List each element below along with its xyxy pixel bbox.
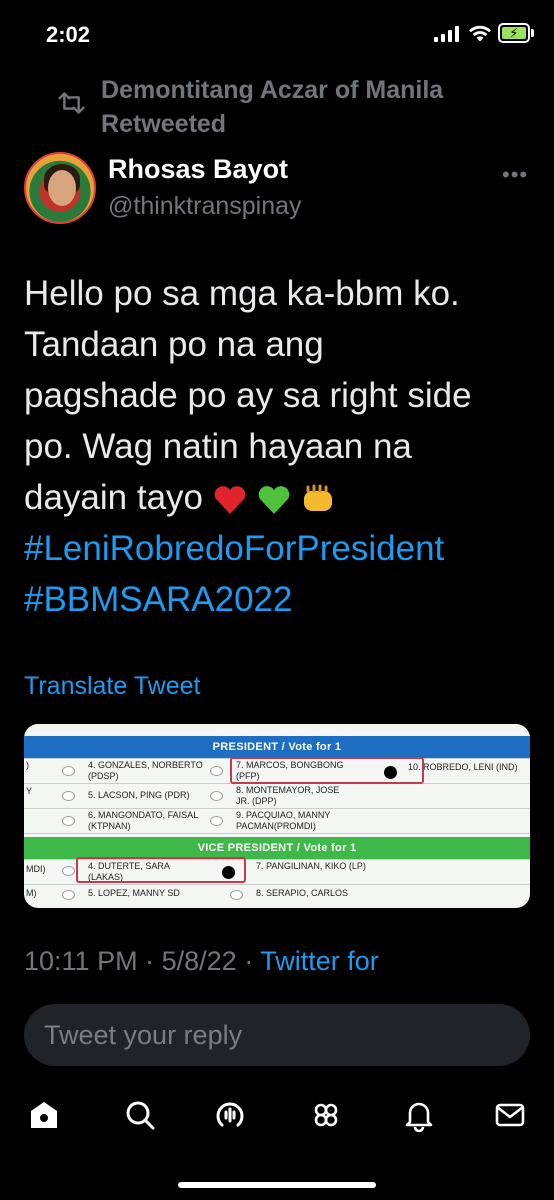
ballot-candidate: 7. PANGILINAN, KIKO (LP) <box>256 861 366 871</box>
reply-input[interactable] <box>24 1004 530 1066</box>
ballot-fragment: ) <box>26 760 29 770</box>
ballot-fragment: MDI) <box>26 864 46 874</box>
red-heart-icon <box>214 485 246 514</box>
ballot-candidate: 5. LOPEZ, MANNY SD <box>88 888 180 898</box>
author-name[interactable]: Rhosas Bayot <box>108 154 288 185</box>
communities-icon[interactable] <box>309 1098 343 1132</box>
tweet-line: dayain tayo <box>24 472 534 523</box>
ballot-candidate: 8. SERAPIO, CARLOS <box>256 888 349 898</box>
author-handle[interactable]: @thinktranspinay <box>108 192 302 221</box>
tweet-line: pagshade po ay sa right side <box>24 376 472 415</box>
status-time: 2:02 <box>46 22 91 47</box>
ballot-highlight-box <box>230 757 424 784</box>
translate-tweet-link[interactable]: Translate Tweet <box>24 672 200 701</box>
avatar[interactable] <box>24 152 96 224</box>
more-options-icon[interactable]: ••• <box>502 162 528 188</box>
ballot-candidate: 6. MANGONDATO, FAISAL (KTPNAN) <box>88 810 198 831</box>
ballot-president-header: PRESIDENT / Vote for 1 <box>24 736 530 758</box>
ballot-fragment: M) <box>26 888 37 898</box>
ballot-candidate: 5. LACSON, PING (PDR) <box>88 790 190 800</box>
bottom-nav <box>0 1090 554 1140</box>
home-indicator[interactable] <box>178 1182 376 1188</box>
wifi-icon <box>469 25 491 42</box>
green-heart-icon <box>258 485 289 514</box>
tweet-line: Hello po sa mga ka-bbm ko. <box>24 274 460 313</box>
tweet-timestamp: 10:11 PM · 5/8/22 · Twitter for <box>24 946 379 976</box>
status-bar: 2:02 ⚡ <box>0 0 554 70</box>
messages-icon[interactable] <box>493 1098 527 1132</box>
ballot-highlight-box <box>76 857 246 883</box>
hashtag-link[interactable]: #BBMSARA2022 <box>24 574 534 625</box>
ballot-candidate: 9. PACQUIAO, MANNY PACMAN(PROMDI) <box>236 810 331 831</box>
ballot-candidate: 4. GONZALES, NORBERTO (PDSP) <box>88 760 203 781</box>
ballot-vp-header: VICE PRESIDENT / Vote for 1 <box>24 837 530 859</box>
notifications-icon[interactable] <box>402 1098 436 1132</box>
search-icon[interactable] <box>123 1098 157 1132</box>
fist-icon <box>304 484 333 511</box>
battery-icon: ⚡ <box>498 23 534 43</box>
tweet-text: Hello po sa mga ka-bbm ko. Tandaan po na… <box>24 268 534 625</box>
retweet-icon <box>58 92 85 114</box>
spaces-icon[interactable] <box>213 1098 247 1132</box>
tweet-line: Tandaan po na ang <box>24 325 324 364</box>
ballot-candidate: 10. ROBREDO, LENI (IND) <box>408 762 518 772</box>
retweet-label: Demontitang Aczar of Manila Retweeted <box>101 76 444 138</box>
hashtag-link[interactable]: #LeniRobredoForPresident <box>24 523 534 574</box>
retweet-context[interactable]: Demontitang Aczar of Manila Retweeted <box>58 74 478 142</box>
tweet-source-link[interactable]: Twitter for <box>260 946 379 976</box>
tweet-media-image[interactable]: PRESIDENT / Vote for 1 ) Y 4. GONZALES, … <box>24 724 530 908</box>
cellular-signal-icon <box>434 26 460 42</box>
ballot-fragment: Y <box>26 786 33 796</box>
reply-composer[interactable] <box>24 1004 530 1066</box>
home-icon[interactable] <box>27 1098 61 1132</box>
ballot-candidate: 8. MONTEMAYOR, JOSE JR. (DPP) <box>236 785 340 806</box>
tweet-line: po. Wag natin hayaan na <box>24 427 412 466</box>
